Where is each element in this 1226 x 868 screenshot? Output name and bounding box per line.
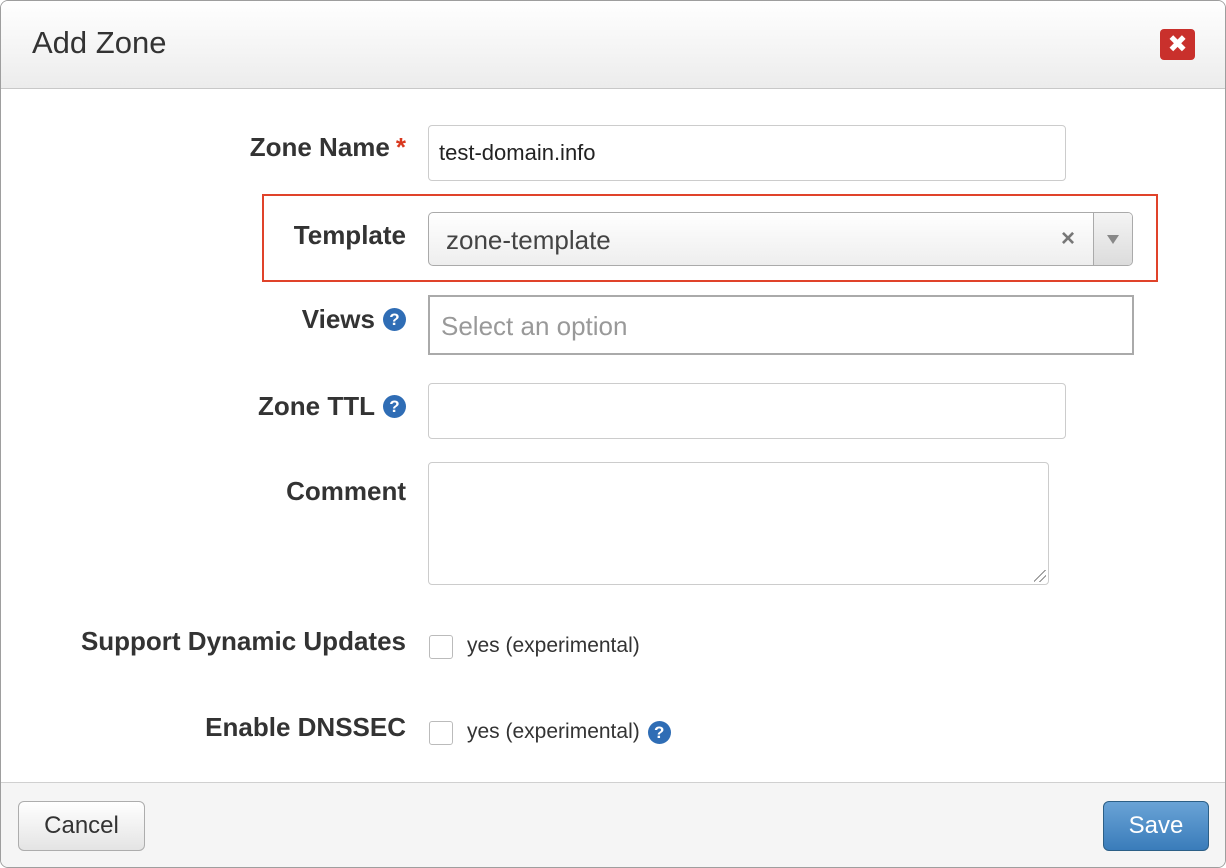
comment-label: Comment <box>286 476 406 507</box>
dynamic-updates-checkbox-label[interactable]: yes (experimental) <box>467 634 640 658</box>
dialog-title: Add Zone <box>32 25 167 60</box>
dynamic-updates-label-text: Support Dynamic Updates <box>80 626 406 656</box>
clear-selection-icon[interactable]: × <box>1061 225 1075 253</box>
template-select[interactable]: zone-template × <box>428 212 1133 266</box>
cancel-button[interactable]: Cancel <box>18 801 145 851</box>
template-selected-value: zone-template <box>446 225 611 255</box>
template-label: Template <box>294 220 406 251</box>
dnssec-checkbox-label[interactable]: yes (experimental) ? <box>467 720 671 744</box>
zone-name-label-text: Zone Name <box>249 132 390 162</box>
views-label: Views ? <box>302 304 406 335</box>
chevron-down-icon <box>1107 235 1119 244</box>
views-placeholder: Select an option <box>441 311 628 341</box>
views-multiselect[interactable]: Select an option <box>428 295 1134 355</box>
zone-name-label: Zone Name * <box>250 132 406 163</box>
views-label-text: Views <box>301 304 375 334</box>
dynamic-updates-checkbox[interactable] <box>429 635 453 659</box>
template-dropdown-toggle[interactable] <box>1093 213 1132 265</box>
template-label-text: Template <box>293 220 406 250</box>
dialog-header: Add Zone ✖ <box>1 1 1225 89</box>
resize-handle-icon[interactable] <box>1034 570 1046 582</box>
save-button[interactable]: Save <box>1103 801 1209 851</box>
dnssec-label: Enable DNSSEC <box>205 712 406 743</box>
dnssec-label-text: Enable DNSSEC <box>205 712 406 742</box>
comment-textarea[interactable] <box>428 462 1049 585</box>
zone-ttl-label: Zone TTL ? <box>258 391 406 422</box>
comment-label-text: Comment <box>286 476 406 506</box>
close-icon: ✖ <box>1167 31 1188 58</box>
views-help-icon[interactable]: ? <box>383 308 406 331</box>
zone-ttl-input[interactable] <box>428 383 1066 439</box>
add-zone-dialog: Add Zone ✖ Zone Name * test-domain.info … <box>0 0 1226 868</box>
zone-name-input[interactable]: test-domain.info <box>428 125 1066 181</box>
zone-ttl-help-icon[interactable]: ? <box>383 395 406 418</box>
dnssec-checkbox[interactable] <box>429 721 453 745</box>
dnssec-checkbox-text: yes (experimental) <box>467 720 640 743</box>
dnssec-help-icon[interactable]: ? <box>647 720 671 744</box>
zone-ttl-label-text: Zone TTL <box>258 391 375 421</box>
required-star: * <box>395 132 406 162</box>
dynamic-updates-label: Support Dynamic Updates <box>81 626 406 657</box>
dynamic-updates-checkbox-text: yes (experimental) <box>467 634 640 657</box>
close-button[interactable]: ✖ <box>1160 29 1195 60</box>
dialog-footer: Cancel Save <box>1 782 1225 867</box>
